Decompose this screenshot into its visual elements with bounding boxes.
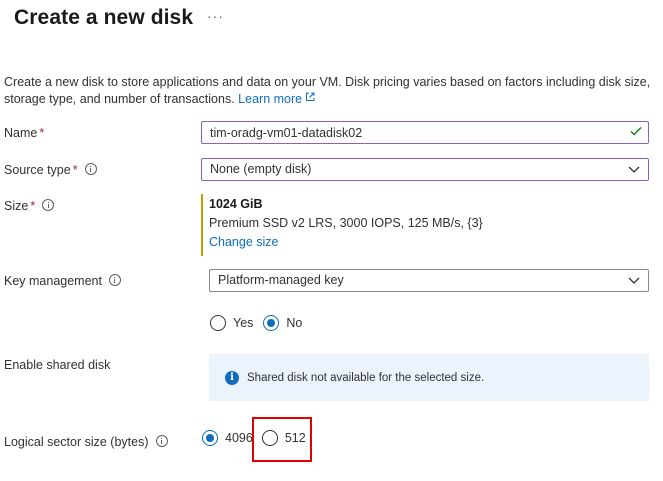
source-type-dropdown[interactable]: None (empty disk) [201, 158, 649, 181]
name-input[interactable] [201, 121, 649, 144]
size-info-icon[interactable] [42, 199, 55, 211]
sector-size-512-radio[interactable]: 512 [261, 430, 306, 446]
shared-disk-label: Enable shared disk [4, 358, 111, 372]
shared-disk-info-message: Shared disk not available for the select… [247, 371, 485, 384]
size-required-mark: * [30, 199, 36, 213]
logical-sector-size-label-text: Logical sector size (bytes) [4, 435, 149, 449]
key-management-label: Key management [4, 274, 121, 288]
size-value: 1024 GiB [209, 197, 263, 211]
chevron-down-icon [628, 277, 640, 284]
info-icon: i [225, 370, 239, 385]
name-label-text: Name [4, 126, 38, 140]
key-management-dropdown[interactable]: Platform-managed key [209, 269, 649, 292]
logical-sector-size-radio-group: 4096 512 [202, 430, 306, 446]
shared-disk-yes-label: Yes [233, 316, 254, 330]
shared-disk-no-label: No [286, 316, 303, 330]
shared-disk-yes-radio[interactable]: Yes [210, 315, 253, 331]
size-label-text: Size [4, 199, 29, 213]
learn-more-label: Learn more [238, 92, 303, 106]
change-size-link[interactable]: Change size [209, 235, 279, 249]
source-type-value: None (empty disk) [210, 162, 312, 176]
radio-checked-icon [263, 315, 280, 331]
name-label: Name * [4, 126, 44, 140]
chevron-down-icon [628, 166, 640, 173]
radio-checked-icon [202, 430, 218, 446]
logical-sector-size-label: Logical sector size (bytes) [4, 435, 168, 449]
source-type-label: Source type * [4, 163, 97, 177]
radio-unchecked-icon [210, 315, 226, 331]
shared-disk-radio-group: Yes No [210, 315, 302, 331]
shared-disk-no-radio[interactable]: No [263, 315, 302, 331]
more-options-button[interactable]: ··· [207, 8, 224, 24]
source-type-label-text: Source type [4, 163, 71, 177]
sector-size-512-label: 512 [284, 431, 306, 445]
sector-size-4096-radio[interactable]: 4096 [202, 430, 253, 446]
external-link-icon [306, 92, 315, 101]
sector-size-4096-label: 4096 [225, 431, 253, 445]
source-type-required-mark: * [72, 163, 78, 177]
size-detail: Premium SSD v2 LRS, 3000 IOPS, 125 MB/s,… [209, 216, 483, 230]
shared-disk-info-banner: i Shared disk not available for the sele… [209, 354, 649, 401]
name-required-mark: * [39, 126, 45, 140]
learn-more-link[interactable]: Learn more [238, 92, 315, 106]
key-management-info-icon[interactable] [108, 274, 121, 286]
logical-sector-size-info-icon[interactable] [155, 435, 168, 447]
radio-unchecked-icon [261, 430, 278, 446]
valid-check-icon [630, 127, 642, 136]
description-text: Create a new disk to store applications … [4, 75, 651, 106]
page-description: Create a new disk to store applications … [4, 74, 659, 108]
page-title: Create a new disk [14, 6, 194, 29]
key-management-value: Platform-managed key [218, 273, 344, 287]
size-label: Size * [4, 199, 55, 213]
key-management-label-text: Key management [4, 274, 102, 288]
source-type-info-icon[interactable] [84, 163, 97, 175]
size-summary: 1024 GiB Premium SSD v2 LRS, 3000 IOPS, … [201, 194, 483, 256]
